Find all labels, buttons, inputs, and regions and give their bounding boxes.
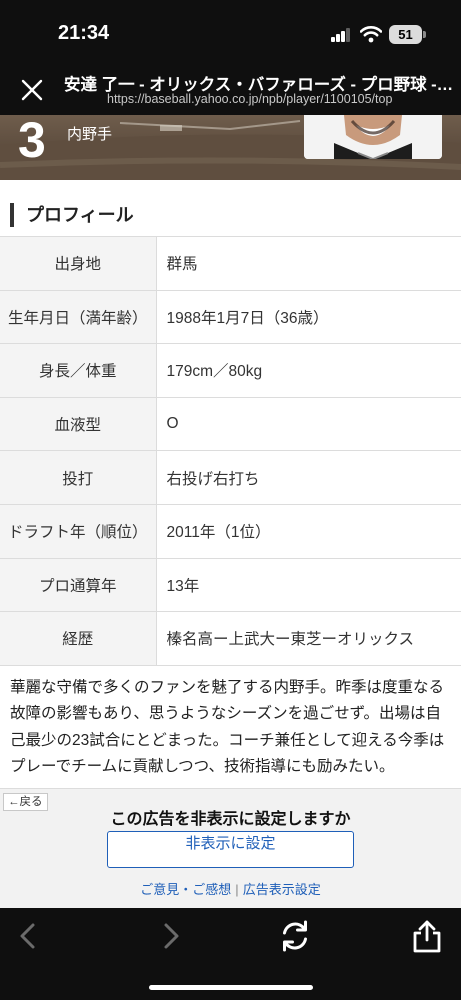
hide-ad-button[interactable]: 非表示に設定 bbox=[107, 831, 354, 868]
page-url: https://baseball.yahoo.co.jp/npb/player/… bbox=[107, 92, 393, 106]
row-value: 群馬 bbox=[156, 236, 461, 291]
row-value: 2011年（1位） bbox=[156, 503, 461, 559]
player-description: 華麗な守備で多くのファンを魅了する内野手。昨季は度重なる故障の影響もあり、思うよ… bbox=[10, 679, 445, 776]
row-label: 投打 bbox=[0, 450, 157, 505]
table-row: ドラフト年（順位） 2011年（1位） bbox=[0, 503, 461, 559]
table-row: 経歴 榛名高ー上武大ー東芝ーオリックス bbox=[0, 611, 461, 666]
cellular-signal-icon bbox=[331, 28, 351, 42]
row-label: 身長／体重 bbox=[0, 343, 157, 398]
table-row: 血液型 O bbox=[0, 396, 461, 452]
table-row: 投打 右投げ右打ち bbox=[0, 450, 461, 505]
row-label: ドラフト年（順位） bbox=[0, 503, 157, 559]
player-photo bbox=[304, 115, 442, 159]
ad-links: ご意見・ご感想 | 広告表示設定 bbox=[0, 879, 461, 898]
forward-arrow-icon[interactable] bbox=[152, 918, 188, 954]
row-value: 179cm／80kg bbox=[156, 343, 461, 398]
status-time: 21:34 bbox=[58, 22, 110, 44]
link-separator: | bbox=[235, 882, 239, 897]
table-row: 生年月日（満年齢） 1988年1月7日（36歳） bbox=[0, 289, 461, 345]
player-face-image bbox=[304, 115, 442, 159]
row-label: 生年月日（満年齢） bbox=[0, 289, 157, 345]
feedback-link[interactable]: ご意見・ご感想 bbox=[140, 882, 231, 897]
battery-indicator: 51 bbox=[389, 25, 422, 44]
share-icon[interactable] bbox=[409, 918, 445, 954]
row-label: プロ通算年 bbox=[0, 557, 157, 613]
profile-heading: プロフィール bbox=[10, 203, 134, 227]
back-arrow-icon[interactable] bbox=[11, 918, 47, 954]
row-label: 血液型 bbox=[0, 396, 157, 452]
row-value: 榛名高ー上武大ー東芝ーオリックス bbox=[156, 611, 461, 666]
table-row: 身長／体重 179cm／80kg bbox=[0, 343, 461, 398]
top-bar: 21:34 51 安達 了一 - オリックス・バファローズ - プロ野球 - ス… bbox=[0, 0, 461, 115]
wifi-icon bbox=[360, 26, 382, 43]
battery-nub bbox=[423, 31, 426, 38]
reload-icon[interactable] bbox=[277, 918, 313, 954]
row-label: 出身地 bbox=[0, 236, 157, 291]
row-value: O bbox=[156, 396, 461, 452]
table-row: プロ通算年 13年 bbox=[0, 557, 461, 613]
close-icon[interactable] bbox=[18, 76, 46, 104]
profile-table: 出身地 群馬 生年月日（満年齢） 1988年1月7日（36歳） 身長／体重 17… bbox=[0, 236, 461, 666]
row-value: 1988年1月7日（36歳） bbox=[156, 289, 461, 345]
row-value: 13年 bbox=[156, 557, 461, 613]
row-label: 経歴 bbox=[0, 611, 157, 666]
uniform-number: 3 bbox=[18, 115, 46, 168]
table-row: 出身地 群馬 bbox=[0, 236, 461, 291]
player-hero: 3 内野手 bbox=[0, 115, 461, 180]
player-position: 内野手 bbox=[67, 126, 113, 143]
ad-settings-link[interactable]: 広告表示設定 bbox=[243, 882, 321, 897]
ad-settings-panel: ←戻る この広告を非表示に設定しますか 非表示に設定 ご意見・ご感想 | 広告表示設… bbox=[0, 788, 461, 908]
home-indicator bbox=[149, 985, 313, 990]
ad-hide-question: この広告を非表示に設定しますか bbox=[110, 811, 351, 828]
row-value: 右投げ右打ち bbox=[156, 450, 461, 505]
